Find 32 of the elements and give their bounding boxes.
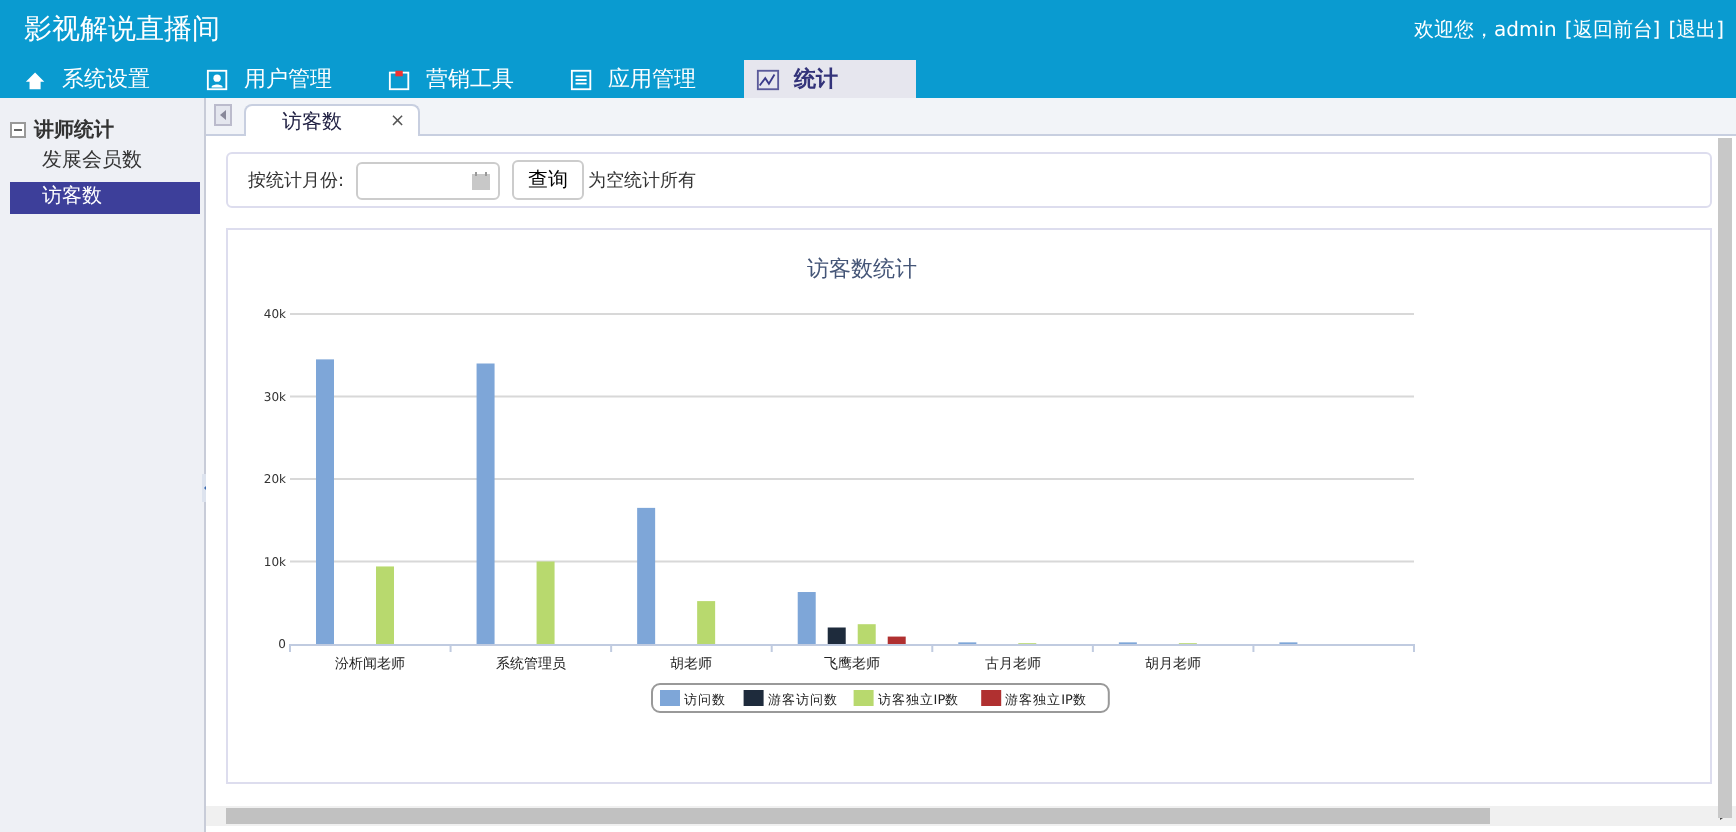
bar [887, 636, 906, 644]
chart-icon [756, 67, 780, 91]
home-icon [24, 67, 48, 91]
nav-tab[interactable]: 统计 [744, 60, 916, 98]
bar [637, 507, 656, 644]
list-icon [570, 67, 594, 91]
month-label: 按统计月份: [248, 169, 345, 193]
content-tab[interactable]: 访客数 × [244, 104, 420, 136]
tree-item[interactable]: 发展会员数 [10, 146, 200, 178]
scroll-left-button[interactable] [214, 104, 232, 126]
horizontal-scrollbar[interactable] [206, 806, 1736, 826]
query-button[interactable]: 查询 [512, 160, 585, 200]
tree-item[interactable]: 访客数 [10, 182, 200, 214]
bar [857, 624, 876, 644]
vertical-scrollbar[interactable] [1718, 138, 1732, 818]
bar [376, 566, 394, 644]
welcome-text: 欢迎您，admin [1414, 17, 1557, 44]
collapse-icon[interactable] [10, 122, 26, 138]
user-icon [206, 67, 230, 91]
bar [797, 592, 816, 644]
bar [697, 601, 716, 644]
chart-title: 访客数统计 [807, 256, 917, 282]
bar [827, 627, 846, 644]
hint-text: 为空统计所有 [588, 169, 697, 193]
tab-label: 访客数 [282, 109, 342, 135]
tree-group[interactable]: 讲师统计 [34, 116, 114, 144]
calendar-icon[interactable] [472, 171, 491, 189]
month-field[interactable] [356, 161, 501, 199]
box-icon [388, 67, 412, 91]
close-button[interactable]: × [390, 111, 406, 131]
bar [536, 561, 555, 644]
app-title: 影视解说直播间 [24, 12, 220, 48]
